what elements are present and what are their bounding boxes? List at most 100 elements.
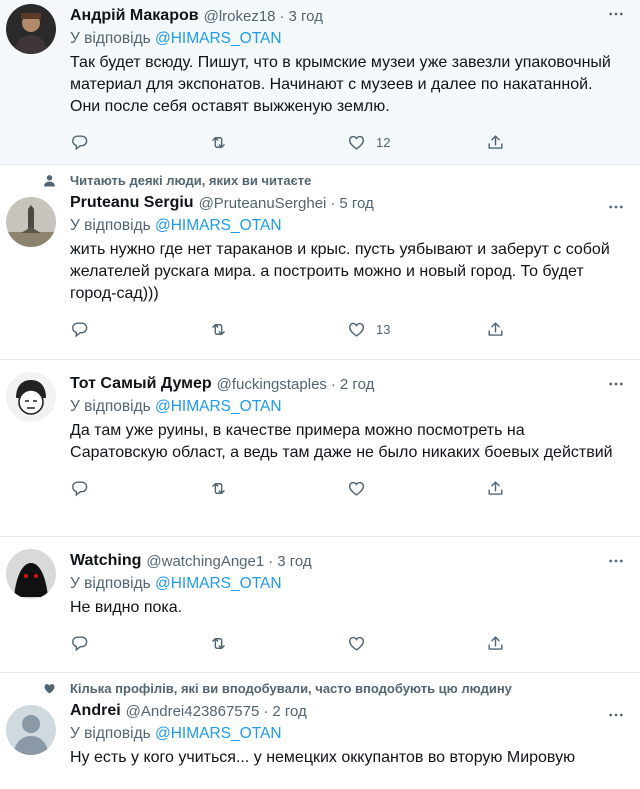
like-button[interactable]: 12 xyxy=(347,133,486,152)
avatar[interactable] xyxy=(6,197,56,247)
tweet-header: Тот Самый Думер @fuckingstaples · 2 год xyxy=(70,372,624,396)
author-name[interactable]: Андрій Макаров xyxy=(70,7,199,25)
timestamp[interactable]: 5 год xyxy=(339,195,373,212)
separator-dot: · xyxy=(268,552,274,570)
like-button[interactable] xyxy=(347,479,486,498)
author-handle[interactable]: @Andrei423867575 xyxy=(126,703,260,720)
mention-link[interactable]: @HIMARS_OTAN xyxy=(155,575,282,592)
tweet-header: Pruteanu Sergiu @PruteanuSerghei · 5 год xyxy=(70,191,624,215)
heart-filled-icon xyxy=(42,681,56,695)
retweet-icon xyxy=(209,320,228,339)
more-icon[interactable] xyxy=(606,4,626,24)
mention-link[interactable]: @HIMARS_OTAN xyxy=(155,725,282,742)
social-context-text: Читають деякі люди, яких ви читаєте xyxy=(70,172,312,188)
heart-icon xyxy=(347,479,366,498)
share-icon xyxy=(486,634,505,653)
reply-to: У відповідь @HIMARS_OTAN xyxy=(70,28,624,50)
share-button[interactable] xyxy=(486,634,625,653)
action-bar: 13 xyxy=(70,309,624,349)
timestamp[interactable]: 3 год xyxy=(277,553,311,570)
retweet-button[interactable] xyxy=(209,133,348,152)
reply-button[interactable] xyxy=(70,634,209,653)
share-icon xyxy=(486,133,505,152)
tweet-header: Watching @watchingAnge1 · 3 год xyxy=(70,549,624,573)
reply-feed: Андрій Макаров @lrokez18 · 3 год У відпо… xyxy=(0,0,640,789)
reply-prefix: У відповідь xyxy=(70,30,151,47)
mention-link[interactable]: @HIMARS_OTAN xyxy=(155,30,282,47)
author-name[interactable]: Тот Самый Думер xyxy=(70,375,212,393)
tweet[interactable]: Кілька профілів, які ви вподобували, час… xyxy=(0,673,640,789)
more-icon[interactable] xyxy=(606,705,626,725)
tweet[interactable]: Тот Самый Думер @fuckingstaples · 2 год … xyxy=(0,360,640,537)
author-handle[interactable]: @lrokez18 xyxy=(204,8,276,25)
tweet-header: Андрій Макаров @lrokez18 · 3 год xyxy=(70,4,624,28)
reply-prefix: У відповідь xyxy=(70,575,151,592)
social-context: Читають деякі люди, яких ви читаєте xyxy=(43,165,624,191)
share-button[interactable] xyxy=(486,479,625,498)
share-icon xyxy=(486,479,505,498)
tweet-text: жить нужно где нет тараканов и крыс. пус… xyxy=(70,241,610,302)
heart-icon xyxy=(347,133,366,152)
author-name[interactable]: Pruteanu Sergiu xyxy=(70,194,194,212)
reply-to: У відповідь @HIMARS_OTAN xyxy=(70,396,624,418)
tweet[interactable]: Читають деякі люди, яких ви читаєте Prut… xyxy=(0,165,640,360)
author-handle[interactable]: @PruteanuSerghei xyxy=(199,195,327,212)
tweet[interactable]: Андрій Макаров @lrokez18 · 3 год У відпо… xyxy=(0,0,640,165)
avatar[interactable] xyxy=(6,549,56,599)
reply-button[interactable] xyxy=(70,479,209,498)
reply-icon xyxy=(70,634,89,653)
reply-icon xyxy=(70,320,89,339)
heart-icon xyxy=(347,320,366,339)
more-icon[interactable] xyxy=(606,197,626,217)
share-button[interactable] xyxy=(486,133,625,152)
reply-prefix: У відповідь xyxy=(70,398,151,415)
reply-to: У відповідь @HIMARS_OTAN xyxy=(70,573,624,595)
action-bar xyxy=(70,468,624,508)
separator-dot: · xyxy=(279,7,285,25)
retweet-button[interactable] xyxy=(209,634,348,653)
reply-prefix: У відповідь xyxy=(70,725,151,742)
share-icon xyxy=(486,320,505,339)
heart-icon xyxy=(347,634,366,653)
reply-to: У відповідь @HIMARS_OTAN xyxy=(70,215,624,237)
retweet-button[interactable] xyxy=(209,479,348,498)
social-context-text: Кілька профілів, які ви вподобували, час… xyxy=(70,680,512,696)
reply-button[interactable] xyxy=(70,320,209,339)
reply-icon xyxy=(70,479,89,498)
reply-icon xyxy=(70,133,89,152)
action-bar xyxy=(70,623,624,663)
like-button[interactable] xyxy=(347,634,486,653)
like-button[interactable]: 13 xyxy=(347,320,486,339)
author-name[interactable]: Watching xyxy=(70,552,141,570)
tweet[interactable]: Watching @watchingAnge1 · 3 год У відпов… xyxy=(0,537,640,673)
avatar[interactable] xyxy=(6,372,56,422)
mention-link[interactable]: @HIMARS_OTAN xyxy=(155,217,282,234)
more-icon[interactable] xyxy=(606,551,626,571)
tweet-text: Так будет всюду. Пишут, что в крымские м… xyxy=(70,54,611,115)
tweet-text: Не видно пока. xyxy=(70,599,183,616)
retweet-icon xyxy=(209,479,228,498)
avatar[interactable] xyxy=(6,4,56,54)
share-button[interactable] xyxy=(486,320,625,339)
mention-link[interactable]: @HIMARS_OTAN xyxy=(155,398,282,415)
author-handle[interactable]: @fuckingstaples xyxy=(217,376,327,393)
tweet-text: Да там уже руины, в качестве примера мож… xyxy=(70,422,613,461)
timestamp[interactable]: 2 год xyxy=(272,703,306,720)
reply-to: У відповідь @HIMARS_OTAN xyxy=(70,723,624,745)
retweet-icon xyxy=(209,634,228,653)
tweet-text: Ну есть у кого учиться... у немецких окк… xyxy=(70,749,576,766)
timestamp[interactable]: 2 год xyxy=(340,376,374,393)
reply-button[interactable] xyxy=(70,133,209,152)
avatar[interactable] xyxy=(6,705,56,755)
timestamp[interactable]: 3 год xyxy=(289,8,323,25)
retweet-icon xyxy=(209,133,228,152)
separator-dot: · xyxy=(330,194,336,212)
author-name[interactable]: Andrei xyxy=(70,702,121,720)
tweet-header: Andrei @Andrei423867575 · 2 год xyxy=(70,699,624,723)
more-icon[interactable] xyxy=(606,374,626,394)
separator-dot: · xyxy=(330,375,336,393)
author-handle[interactable]: @watchingAnge1 xyxy=(146,553,264,570)
social-context: Кілька профілів, які ви вподобували, час… xyxy=(44,673,624,699)
like-count: 12 xyxy=(376,134,391,150)
retweet-button[interactable] xyxy=(209,320,348,339)
